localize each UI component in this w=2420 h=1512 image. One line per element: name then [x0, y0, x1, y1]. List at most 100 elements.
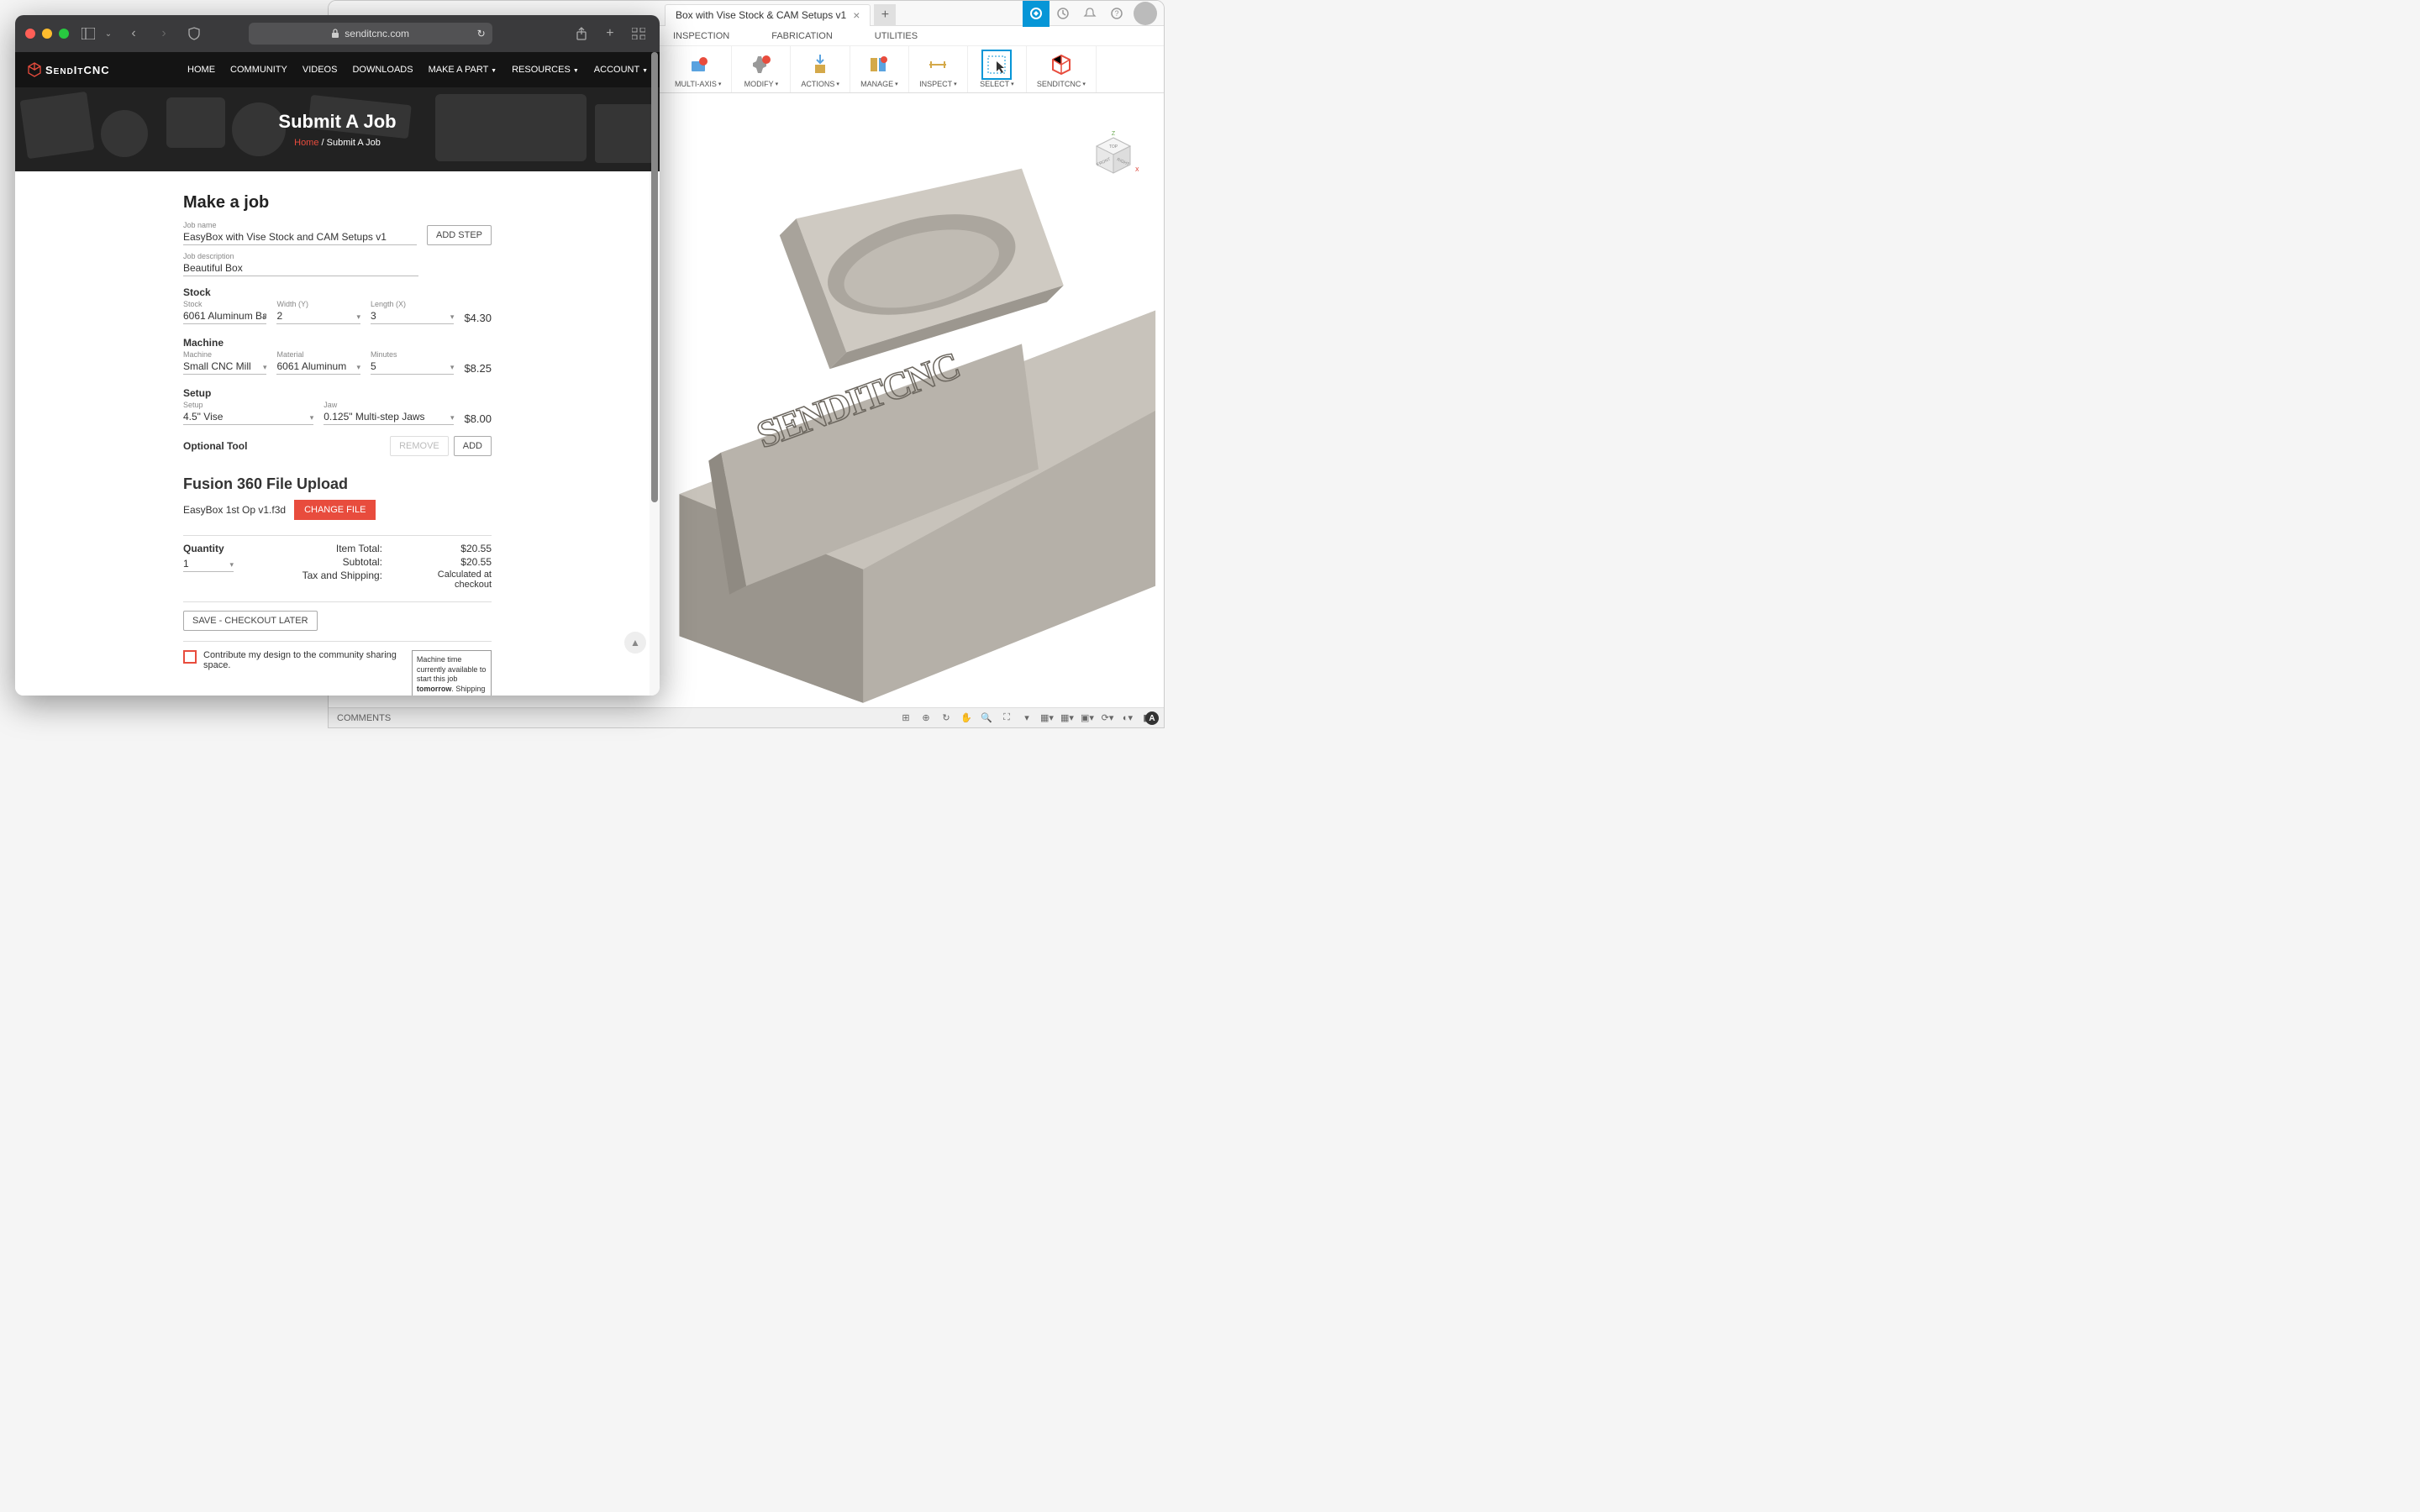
ribbon-tab[interactable]: INSPECTION [673, 31, 729, 41]
shipping-estimate-box: Machine time currently available to star… [412, 650, 492, 696]
scrollbar[interactable] [650, 52, 660, 696]
svg-text:TOP: TOP [1109, 144, 1118, 150]
field-label: Machine [183, 350, 266, 359]
nav-item[interactable]: RESOURCES ▼ [512, 65, 579, 75]
svg-text:Z: Z [1112, 131, 1116, 137]
section-heading: Make a job [183, 193, 492, 213]
machine-select[interactable] [183, 359, 266, 375]
job-status-icon[interactable] [1050, 0, 1076, 27]
close-icon[interactable]: × [853, 8, 860, 22]
setup-header: Setup [183, 387, 492, 399]
minutes-select[interactable] [371, 359, 454, 375]
upload-heading: Fusion 360 File Upload [183, 475, 492, 493]
change-file-button[interactable]: CHANGE FILE [294, 500, 376, 520]
ribbon-senditcnc[interactable]: SENDITCNC▾ [1027, 46, 1097, 92]
view-cube[interactable]: TOP FRONT RIGHT Z X [1088, 131, 1139, 181]
extension-icon[interactable] [1023, 0, 1050, 27]
sidebar-toggle-icon[interactable] [77, 23, 99, 45]
stock-select[interactable] [183, 308, 266, 324]
viewport-icon[interactable]: ▣▾ [1080, 711, 1095, 726]
quantity-select[interactable] [183, 556, 234, 572]
form-content: Make a job Job name ADD STEP Job descrip… [15, 171, 660, 696]
field-label: Stock [183, 300, 266, 308]
notifications-icon[interactable] [1076, 0, 1103, 27]
breadcrumb: Home / Submit A Job [294, 138, 381, 148]
nav-icon[interactable]: ⊕ [918, 711, 934, 726]
ribbon-modify[interactable]: MODIFY▾ [732, 46, 791, 92]
nav-item[interactable]: MAKE A PART ▼ [429, 65, 497, 75]
forward-button[interactable]: › [153, 23, 175, 45]
new-tab-button[interactable]: + [874, 4, 896, 26]
remove-tool-button[interactable]: REMOVE [390, 436, 449, 456]
chevron-down-icon[interactable]: ⌄ [103, 23, 114, 45]
nav-toolbar: ⊞ ⊕ ↻ ✋ 🔍 ⛶ ▾ ▦▾ ▦▾ ▣▾ ⟳▾ ◐▾ ▮▾ [898, 711, 1155, 726]
field-label: Width (Y) [276, 300, 360, 308]
scrollbar-thumb[interactable] [651, 52, 658, 502]
item-total: $20.55 [399, 543, 492, 554]
jaw-select[interactable] [324, 409, 454, 425]
contribute-label: Contribute my design to the community sh… [203, 650, 405, 670]
ribbon-tab[interactable]: UTILITIES [875, 31, 918, 41]
ribbon-actions[interactable]: ACTIONS▾ [791, 46, 850, 92]
back-button[interactable]: ‹ [123, 23, 145, 45]
job-description-input[interactable] [183, 260, 418, 276]
chevron-down-icon: ▼ [642, 68, 648, 74]
breadcrumb-home[interactable]: Home [294, 138, 318, 148]
material-select[interactable] [276, 359, 360, 375]
new-tab-icon[interactable]: + [599, 23, 621, 45]
add-tool-button[interactable]: ADD [454, 436, 492, 456]
total-label: Item Total: [284, 543, 382, 554]
ribbon-multiaxis[interactable]: MULTI-AXIS▾ [665, 46, 732, 92]
nav-dropdown-icon[interactable]: ▾ [1019, 711, 1034, 726]
field-label: Minutes [371, 350, 454, 359]
shipping-note: Calculated at checkout [399, 570, 492, 590]
refresh-icon[interactable]: ⟳▾ [1100, 711, 1115, 726]
logo-text: SENDITCNC [45, 64, 110, 76]
display-icon[interactable]: ▦▾ [1039, 711, 1055, 726]
reload-icon[interactable]: ↻ [477, 28, 486, 39]
webpage: SENDITCNC HOME COMMUNITY VIDEOS DOWNLOAD… [15, 52, 660, 696]
scroll-to-top-button[interactable]: ▲ [624, 632, 646, 654]
nav-icon[interactable]: ⊞ [898, 711, 913, 726]
effects-icon[interactable]: ◐▾ [1120, 711, 1135, 726]
field-label: Length (X) [371, 300, 454, 308]
nav-item[interactable]: VIDEOS [302, 65, 338, 75]
minimize-window-button[interactable] [42, 29, 52, 39]
ribbon-inspect[interactable]: INSPECT▾ [909, 46, 968, 92]
address-bar[interactable]: senditcnc.com ↻ [249, 23, 492, 45]
width-select[interactable] [276, 308, 360, 324]
nav-item[interactable]: DOWNLOADS [352, 65, 413, 75]
nav-item[interactable]: HOME [187, 65, 215, 75]
save-checkout-later-button[interactable]: SAVE - CHECKOUT LATER [183, 611, 318, 631]
ribbon-select[interactable]: SELECT▾ [968, 46, 1027, 92]
share-icon[interactable] [571, 23, 592, 45]
autodesk-badge-icon[interactable]: A [1145, 711, 1159, 725]
contribute-checkbox[interactable] [183, 650, 197, 664]
help-icon[interactable]: ? [1103, 0, 1130, 27]
setup-select[interactable] [183, 409, 313, 425]
add-step-button[interactable]: ADD STEP [427, 225, 492, 245]
maximize-window-button[interactable] [59, 29, 69, 39]
tabs-overview-icon[interactable] [628, 23, 650, 45]
stock-price: $4.30 [464, 312, 492, 324]
grid-icon[interactable]: ▦▾ [1060, 711, 1075, 726]
nav-item[interactable]: ACCOUNT ▼ [594, 65, 648, 75]
select-icon [983, 51, 1010, 78]
fit-icon[interactable]: ⛶ [999, 711, 1014, 726]
fusion-document-tab[interactable]: Box with Vise Stock & CAM Setups v1 × [665, 4, 871, 26]
ribbon-manage[interactable]: MANAGE▾ [850, 46, 909, 92]
orbit-icon[interactable]: ↻ [939, 711, 954, 726]
length-select[interactable] [371, 308, 454, 324]
pan-icon[interactable]: ✋ [959, 711, 974, 726]
close-window-button[interactable] [25, 29, 35, 39]
ribbon-tab[interactable]: FABRICATION [771, 31, 833, 41]
user-avatar[interactable] [1134, 2, 1157, 25]
nav-item[interactable]: COMMUNITY [230, 65, 287, 75]
job-name-input[interactable] [183, 229, 417, 245]
shield-icon[interactable] [183, 23, 205, 45]
zoom-icon[interactable]: 🔍 [979, 711, 994, 726]
logo-icon [27, 62, 42, 77]
site-logo[interactable]: SENDITCNC [27, 62, 110, 77]
comments-button[interactable]: COMMENTS [337, 713, 391, 723]
setup-price: $8.00 [464, 412, 492, 425]
